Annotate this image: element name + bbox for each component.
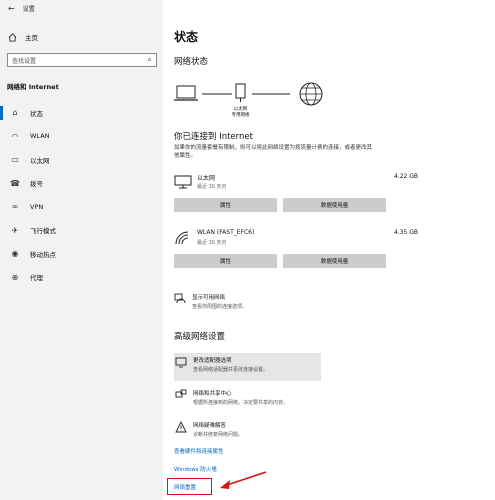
show-available-networks[interactable]: 显示可用网络 查看你周围的连接选项。 [174,293,247,310]
adv-item-sub: 查看网络适配器并更改连接设置。 [193,367,269,373]
search-placeholder: 查找设置 [12,57,37,65]
adv-item-title: 网络疑难解答 [193,423,227,429]
sidebar-item-hotspot[interactable]: ◉ 移动热点 [0,242,163,266]
warning-icon [175,421,187,433]
network-diagram: 以太网 专用网络 [174,78,334,118]
ethernet-data-usage-button[interactable]: 数据使用量 [283,198,386,212]
sidebar-item-proxy[interactable]: ⊕ 代理 [0,266,163,290]
laptop-icon [174,85,198,101]
wifi-icon: ◠ [11,131,19,141]
adapter-name: WLAN (FAST_EFC6) [197,229,255,236]
network-troubleshooter[interactable]: 网络疑难解答 诊断并修复网络问题。 [174,418,321,446]
sidebar-item-ethernet[interactable]: ▭ 以太网 [0,148,163,172]
globe-icon: ⊕ [11,272,19,282]
adv-item-sub: 根据所连接到的网络，决定要共享的内容。 [193,400,289,406]
ethernet-icon [174,175,192,189]
advanced-settings-heading: 高级网络设置 [174,332,226,342]
back-arrow-icon[interactable]: ← [8,4,15,13]
adapter-data-usage: 4.22 GB [394,173,419,180]
network-list-icon [174,293,186,304]
router-icon [235,83,246,102]
search-input[interactable]: 查找设置 ⌕ [7,53,157,67]
title-bar: ← 设置 [8,4,35,13]
sharing-center-icon [175,389,187,398]
sidebar-item-label: 状态 [30,109,43,118]
sidebar-item-home[interactable]: 主页 [8,32,38,42]
adapter-icon [175,357,187,368]
wlan-properties-button[interactable]: 属性 [174,254,277,268]
network-sharing-center[interactable]: 网络和共享中心 根据所连接到的网络，决定要共享的内容。 [174,386,321,414]
sidebar-item-status[interactable]: ⌂ 状态 [0,101,163,125]
wifi-icon [175,231,189,245]
adv-item-title: 更改适配器选项 [193,358,232,364]
sidebar-item-vpn[interactable]: ∞ VPN [0,195,163,219]
sidebar-nav: ⌂ 状态 ◠ WLAN ▭ 以太网 ☎ 拨号 ∞ VPN ✈ 飞行模式 ◉ 移动… [0,101,163,289]
connected-description: 如果你的流量套餐有限制，则可以将此网络设置为按流量计费的连接，或者更改其他属性。 [174,145,373,159]
show-networks-title: 显示可用网络 [192,295,226,301]
change-adapter-options[interactable]: 更改适配器选项 查看网络适配器并更改连接设置。 [174,353,321,381]
ethernet-icon: ▭ [11,155,19,165]
sidebar-item-label: VPN [30,202,44,211]
sidebar-item-dialup[interactable]: ☎ 拨号 [0,172,163,196]
globe-icon [299,82,323,106]
hardware-properties-link[interactable]: 查看硬件和连接属性 [174,447,224,455]
sidebar-item-label: 以太网 [30,156,50,165]
show-networks-sub: 查看你周围的连接选项。 [192,304,248,310]
adv-item-title: 网络和共享中心 [193,391,232,397]
adapter-period: 最近 30 天内 [197,184,227,190]
main-content: 状态 网络状态 以太网 专用网络 你已连接到 Internet 如果你的流量套餐… [167,0,495,500]
sidebar-item-label: 拨号 [30,180,43,189]
adapter-period: 最近 30 天内 [197,240,227,246]
page-title: 状态 [174,30,199,44]
adapter-data-usage: 4.35 GB [394,229,419,236]
sidebar-item-label: 代理 [30,274,43,283]
sidebar: ← 设置 主页 查找设置 ⌕ 网络和 Internet ⌂ 状态 ◠ WLAN … [0,0,163,500]
diagram-network-label: 专用网络 [231,113,250,118]
sidebar-item-label: 飞行模式 [30,227,56,236]
adapter-name: 以太网 [197,175,216,182]
window-title: 设置 [22,6,35,13]
sidebar-home-label: 主页 [25,34,38,42]
hotspot-icon: ◉ [11,249,19,259]
airplane-icon: ✈ [11,225,19,235]
sidebar-item-wlan[interactable]: ◠ WLAN [0,125,163,149]
sidebar-item-airplane[interactable]: ✈ 飞行模式 [0,219,163,243]
home-icon [8,32,17,42]
sidebar-item-label: 移动热点 [30,250,56,259]
search-icon[interactable]: ⌕ [148,55,152,65]
ethernet-properties-button[interactable]: 属性 [174,198,277,212]
home-icon: ⌂ [12,108,18,118]
dialup-icon: ☎ [10,178,20,188]
connected-title: 你已连接到 Internet [174,132,253,142]
network-status-heading: 网络状态 [174,57,209,67]
adv-item-sub: 诊断并修复网络问题。 [193,432,244,438]
wlan-data-usage-button[interactable]: 数据使用量 [283,254,386,268]
vpn-icon: ∞ [11,202,19,212]
annotation-highlight-box [167,478,212,495]
windows-firewall-link[interactable]: Windows 防火墙 [174,465,217,473]
annotation-arrow-icon [220,471,267,489]
sidebar-item-label: WLAN [30,132,50,141]
sidebar-heading: 网络和 Internet [7,83,59,91]
